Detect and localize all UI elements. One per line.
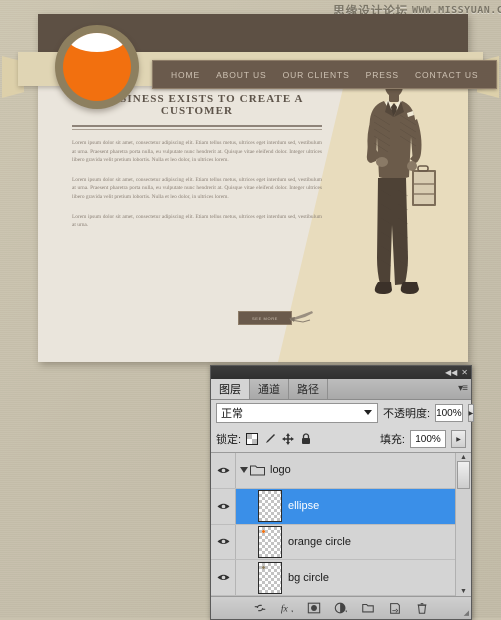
layers-scrollbar[interactable]: ▲ ▼ (455, 453, 471, 596)
new-group-icon[interactable] (361, 601, 375, 615)
layer-thumbnail-orange-circle (258, 525, 282, 558)
fill-input[interactable]: 100% (410, 430, 446, 448)
body-paragraph: Lorem ipsum dolor sit amet, consectetur … (72, 140, 322, 164)
adjustment-layer-icon[interactable] (334, 601, 348, 615)
nav-item-our-clients[interactable]: OUR CLIENTS (275, 70, 358, 80)
layer-row-bg-circle[interactable]: bg circle (211, 560, 455, 596)
lock-all-icon[interactable] (300, 433, 312, 445)
blend-opacity-row: 正常 不透明度: 100% ▶ (211, 400, 475, 426)
layer-name-ellipse: ellipse (288, 500, 320, 513)
opacity-input[interactable]: 100% (435, 404, 463, 422)
chevron-down-icon (364, 410, 372, 415)
layer-name-bg-circle: bg circle (288, 571, 329, 584)
scrollbar-thumb[interactable] (457, 461, 470, 489)
lock-transparency-icon[interactable] (246, 433, 259, 445)
layer-row-ellipse[interactable]: ellipse (211, 488, 455, 525)
cta-area: SEE MORE (238, 308, 313, 328)
visibility-toggle-orange-circle[interactable] (211, 524, 236, 560)
scroll-up-arrow-icon[interactable]: ▲ (460, 454, 467, 461)
scroll-down-arrow-icon[interactable]: ▼ (460, 588, 467, 595)
opacity-label: 不透明度: (383, 408, 431, 420)
headline-rule-bottom (72, 125, 322, 127)
expand-triangle-icon[interactable] (240, 467, 248, 474)
layer-mask-icon[interactable] (307, 601, 321, 615)
new-layer-icon[interactable] (388, 601, 402, 615)
lock-label: 锁定: (216, 434, 242, 446)
layer-name-orange-circle: orange circle (288, 535, 351, 548)
lock-fill-row: 锁定: 填充: 100% ▶ (211, 426, 471, 452)
thumbnail-content-dot (262, 565, 265, 569)
link-layers-icon[interactable] (253, 601, 267, 615)
layer-name-logo: logo (270, 464, 291, 477)
thumbnail-content-dot (262, 529, 265, 533)
nav-item-home[interactable]: HOME (163, 70, 208, 80)
logo-orange-circle (63, 33, 131, 101)
eye-icon (217, 503, 229, 509)
resize-grip-icon[interactable]: ◢ (464, 609, 469, 617)
tab-channels[interactable]: 通道 (250, 379, 289, 399)
fill-slider-arrow-icon[interactable]: ▶ (451, 430, 466, 448)
tab-paths[interactable]: 路径 (289, 379, 328, 399)
close-icon[interactable]: ✕ (461, 368, 468, 377)
layer-row-logo-group[interactable]: logo (211, 453, 455, 489)
svg-text:fx: fx (281, 604, 289, 615)
panel-footer-toolbar: fx ◢ (211, 596, 471, 619)
body-paragraph: Lorem ipsum dolor sit amet, consectetur … (72, 213, 322, 229)
visibility-toggle-bg-circle[interactable] (211, 560, 236, 595)
body-paragraph: Lorem ipsum dolor sit amet, consectetur … (72, 176, 322, 200)
eye-icon (217, 574, 229, 581)
see-more-button[interactable]: SEE MORE (238, 311, 292, 325)
eye-icon (217, 467, 229, 473)
blend-mode-value: 正常 (221, 408, 243, 420)
tab-layers[interactable]: 图层 (211, 379, 250, 399)
layer-thumbnail-bg-circle (258, 561, 282, 594)
layer-style-fx-icon[interactable]: fx (280, 601, 294, 615)
layers-list: logo ellipse orange circle bg circle (211, 453, 455, 596)
logo-white-ellipse (67, 33, 127, 52)
opacity-slider-arrow-icon[interactable]: ▶ (467, 404, 475, 422)
visibility-toggle-ellipse[interactable] (211, 488, 236, 524)
collapse-icon[interactable]: ◀◀ (445, 368, 457, 377)
lock-move-icon[interactable] (282, 433, 295, 445)
layer-thumbnail-ellipse (258, 490, 282, 523)
delete-layer-icon[interactable] (415, 601, 429, 615)
lock-brush-icon[interactable] (264, 433, 276, 445)
panel-menu-icon[interactable]: ▾≡ (458, 383, 468, 394)
visibility-toggle-logo[interactable] (211, 453, 236, 488)
fill-label: 填充: (379, 434, 405, 446)
nav-item-contact-us[interactable]: CONTACT US (407, 70, 486, 80)
pen-ornament-icon (289, 311, 313, 323)
nav-item-press[interactable]: PRESS (358, 70, 407, 80)
site-navigation: HOME ABOUT US OUR CLIENTS PRESS CONTACT … (152, 60, 498, 89)
blend-mode-select[interactable]: 正常 (216, 403, 378, 423)
panel-titlebar: ◀◀ ✕ (211, 366, 471, 379)
folder-icon (250, 465, 265, 476)
panel-tab-strip: 图层 通道 路径 ▾≡ (211, 379, 471, 400)
lock-buttons-group (246, 433, 312, 445)
site-logo (55, 25, 139, 109)
businessman-illustration (366, 73, 436, 294)
eye-icon (217, 539, 229, 545)
layer-row-orange-circle[interactable]: orange circle (211, 524, 455, 561)
layers-list-area: logo ellipse orange circle bg circle ▲ ▼ (211, 452, 471, 596)
nav-item-about-us[interactable]: ABOUT US (208, 70, 275, 80)
photoshop-layers-panel: ◀◀ ✕ 图层 通道 路径 ▾≡ 正常 不透明度: 100% ▶ 锁定: 填充:… (210, 365, 475, 620)
